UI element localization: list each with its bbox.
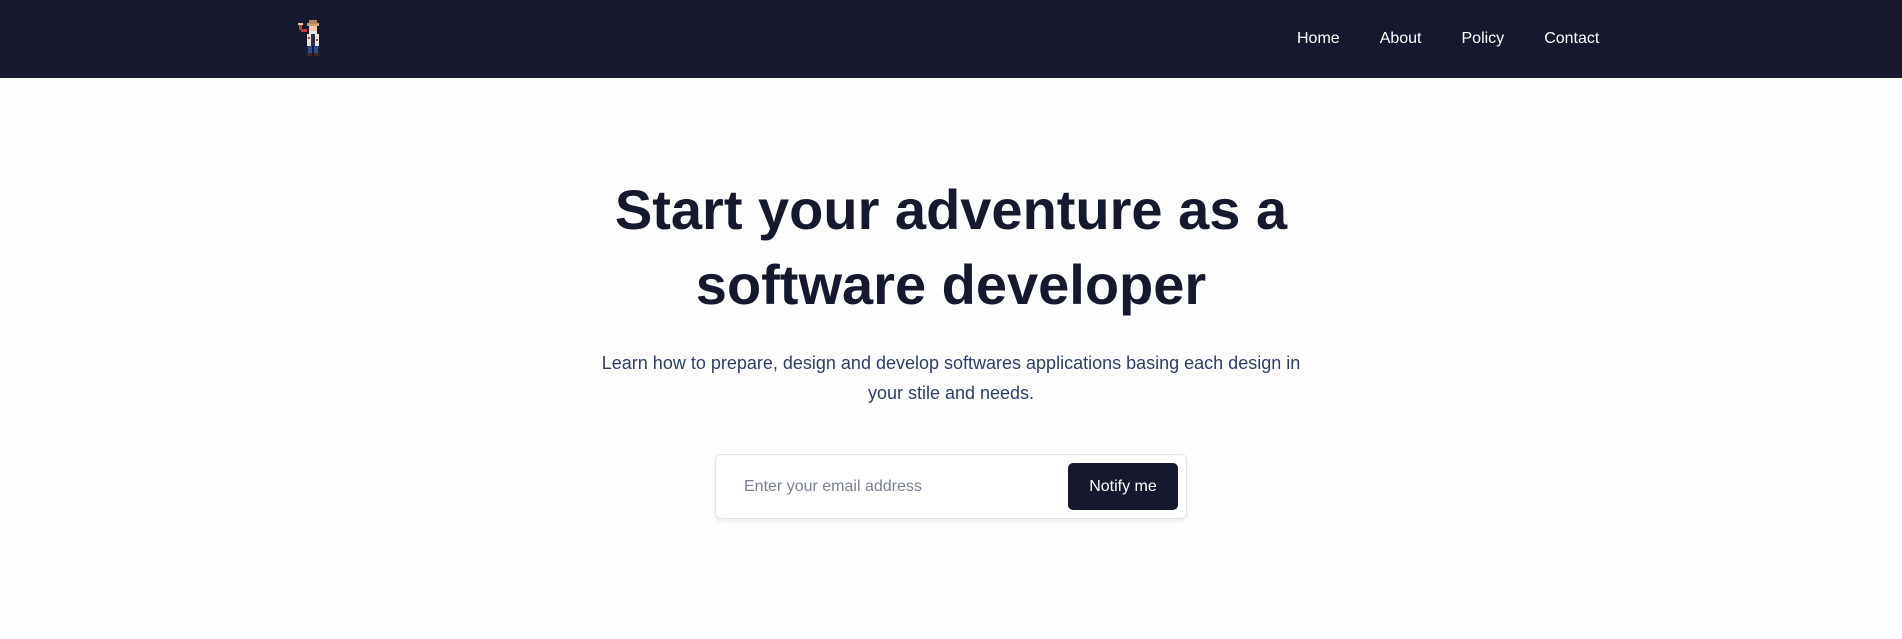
email-subscribe-form: Notify me [715, 454, 1187, 519]
nav-link-policy[interactable]: Policy [1462, 30, 1505, 48]
top-navbar: Home About Policy Contact [0, 0, 1902, 78]
nav-link-about[interactable]: About [1380, 30, 1422, 48]
adventurer-logo-icon[interactable] [296, 20, 330, 56]
hero-subtitle: Learn how to prepare, design and develop… [601, 353, 1301, 403]
hero-title-line-1: Start your adventure as a [614, 178, 1288, 241]
nav-link-home[interactable]: Home [1297, 30, 1340, 48]
main-nav: Home About Policy Contact [1297, 0, 1599, 78]
email-input[interactable] [744, 469, 1044, 505]
hero-title-line-2: software developer [695, 253, 1207, 316]
notify-me-button[interactable]: Notify me [1068, 463, 1178, 510]
hero-title: Start your adventure as a software devel… [0, 172, 1902, 322]
nav-link-contact[interactable]: Contact [1544, 30, 1599, 48]
